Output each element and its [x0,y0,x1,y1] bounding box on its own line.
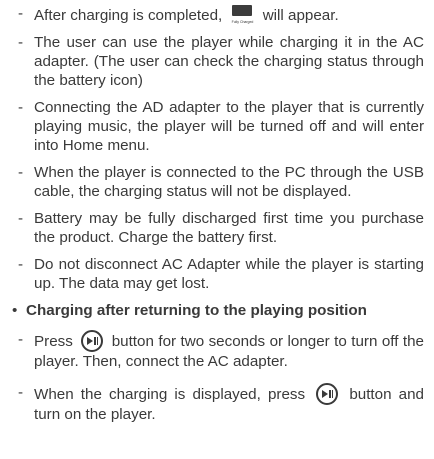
list-dash: - [18,164,24,181]
note-text: Battery may be fully discharged first ti… [34,210,424,246]
list-dash: - [18,331,24,348]
fully-charged-screen-icon: Fully Charged [230,4,254,24]
manual-page: - After charging is completed, Fully Cha… [0,0,434,459]
note-battery-discharged: - Battery may be fully discharged first … [18,209,424,247]
note-use-while-charging: - The user can use the player while char… [18,33,424,90]
note-text: The user can use the player while chargi… [34,34,424,89]
section-heading: • Charging after returning to the playin… [10,301,424,320]
note-charging-complete: - After charging is completed, Fully Cha… [18,4,424,25]
list-dash: - [18,5,24,22]
list-dash: - [18,210,24,227]
step-turn-off: - Press button for two seconds or longer… [18,330,424,371]
list-dash: - [18,256,24,273]
note-do-not-disconnect: - Do not disconnect AC Adapter while the… [18,255,424,293]
list-dash: - [18,384,24,401]
icon-caption: Fully Charged [231,20,254,24]
play-pause-icon [316,383,339,405]
section-title: Charging after returning to the playing … [26,302,367,319]
step-text: Press [34,333,78,350]
list-dash: - [18,34,24,51]
note-ad-adapter: - Connecting the AD adapter to the playe… [18,98,424,155]
note-text: After charging is completed, [34,7,227,24]
note-text: Do not disconnect AC Adapter while the p… [34,256,424,292]
list-dash: - [18,99,24,116]
step-text: When the charging is displayed, press [34,386,313,403]
note-usb-cable: - When the player is connected to the PC… [18,163,424,201]
play-pause-icon [81,330,104,352]
step-turn-on: - When the charging is displayed, press … [18,383,424,424]
section-bullet: • [12,302,18,319]
note-text: When the player is connected to the PC t… [34,164,424,200]
note-text: Connecting the AD adapter to the player … [34,99,424,154]
note-text: will appear. [258,7,339,24]
